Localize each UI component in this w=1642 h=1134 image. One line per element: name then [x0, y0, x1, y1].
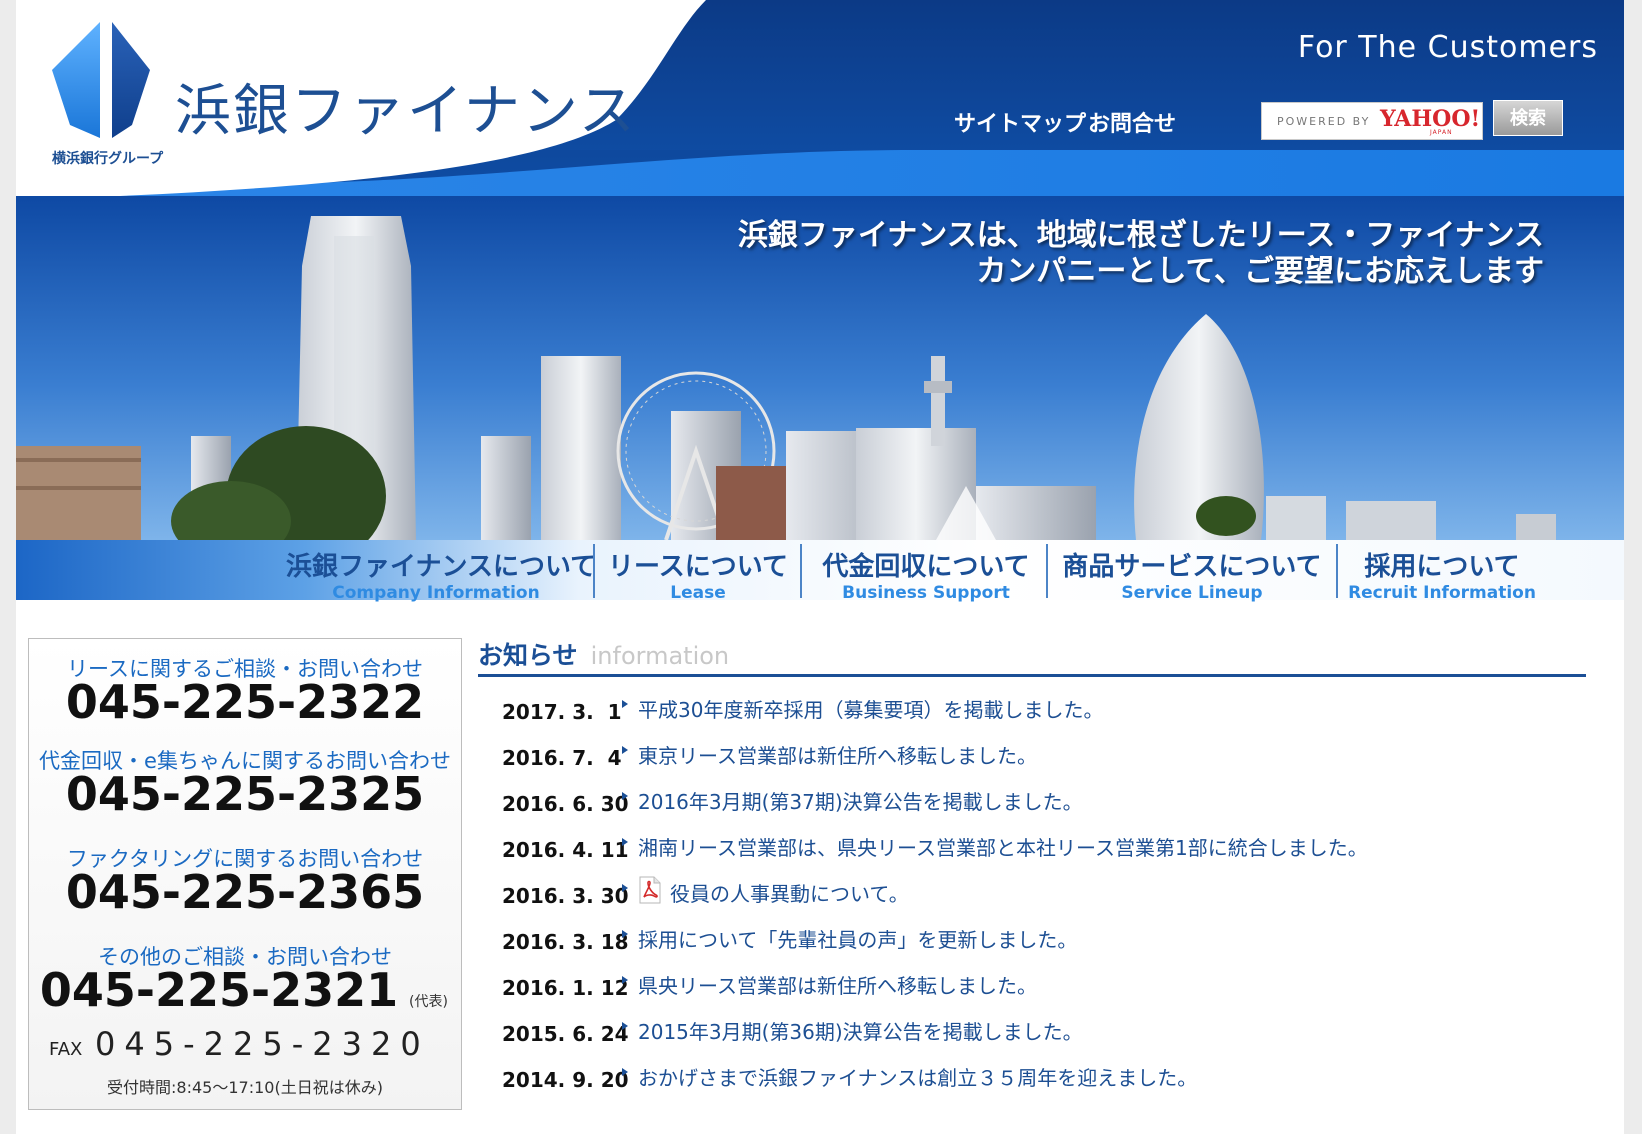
news-item: 2016. 4. 11 湘南リース営業部は、県央リース営業部と本社リース営業第1部… [478, 832, 1588, 872]
nav-label-jp: リースについて [608, 552, 788, 582]
news-link[interactable]: 採用について「先輩社員の声」を更新しました。 [638, 924, 1077, 953]
powered-by-label: POWERED BY [1277, 115, 1371, 128]
nav-recruit-information[interactable]: 採用について Recruit Information [1342, 540, 1542, 603]
main-nav: 浜銀ファイナンスについて Company Information リースについて… [16, 540, 1624, 603]
tagline: For The Customers [1297, 30, 1598, 65]
nav-label-en: Service Lineup [1121, 583, 1263, 603]
fax-number: 045-225-2320 [95, 1025, 430, 1063]
search-input[interactable]: POWERED BY YAHOO! JAPAN [1261, 102, 1483, 140]
news-date: 2016. 3. 18 [502, 930, 629, 954]
news-date: 2016. 1. 12 [502, 976, 629, 1000]
arrow-right-icon [622, 1022, 628, 1030]
nav-divider [1046, 544, 1048, 598]
representative-note: (代表) [409, 994, 448, 1010]
contact-tel-other: 045-225-2321 [39, 963, 399, 1017]
nav-label-jp: 代金回収について [822, 552, 1030, 582]
page: 浜銀ファイナンス 横浜銀行グループ For The Customers サイトマ… [16, 0, 1624, 1134]
news-date: 2016. 3. 30 [502, 884, 629, 908]
logo-subtitle: 横浜銀行グループ [52, 151, 164, 167]
news-item: 2016. 3. 18 採用について「先輩社員の声」を更新しました。 [478, 924, 1588, 964]
sitemap-link[interactable]: サイトマップ [954, 106, 1086, 138]
fax-label: FAX [49, 1039, 83, 1060]
news-item: 2015. 6. 24 2015年3月期(第36期)決算公告を掲載しました。 [478, 1016, 1588, 1056]
site-logo[interactable]: 浜銀ファイナンス 横浜銀行グループ [50, 20, 635, 170]
nav-company-information[interactable]: 浜銀ファイナンスについて Company Information [286, 540, 597, 603]
news-link[interactable]: 湘南リース営業部は、県央リース営業部と本社リース営業第1部に統合しました。 [638, 832, 1368, 861]
news-date: 2015. 6. 24 [502, 1022, 629, 1046]
nav-divider [1336, 544, 1338, 598]
news-item: 2016. 3. 30 役員の人事異動について。 [478, 876, 1588, 918]
news-item: 2014. 9. 20 おかげさまで浜銀ファイナンスは創立３５周年を迎えました。 [478, 1062, 1588, 1102]
news-item: 2016. 1. 12 県央リース営業部は新住所へ移転しました。 [478, 970, 1588, 1010]
nav-business-support[interactable]: 代金回収について Business Support [806, 540, 1046, 603]
site-header: 浜銀ファイナンス 横浜銀行グループ For The Customers サイトマ… [16, 0, 1624, 205]
contact-tel-lease: 045-225-2322 [65, 675, 425, 729]
arrow-right-icon [622, 976, 628, 984]
news-date: 2016. 6. 30 [502, 792, 629, 816]
yahoo-japan-label: JAPAN [1430, 129, 1453, 136]
news-heading-jp: お知らせ [478, 641, 578, 670]
arrow-right-icon [622, 746, 628, 754]
arrow-right-icon [622, 700, 628, 708]
arrow-right-icon [622, 884, 628, 892]
news-link[interactable]: 2015年3月期(第36期)決算公告を掲載しました。 [638, 1016, 1083, 1045]
contact-tel-collection: 045-225-2325 [65, 767, 425, 821]
news-item: 2016. 6. 30 2016年3月期(第37期)決算公告を掲載しました。 [478, 786, 1588, 826]
hero-tagline: 浜銀ファイナンスは、地域に根ざしたリース・ファイナンス カンパニーとして、ご要望… [738, 218, 1544, 290]
nav-service-lineup[interactable]: 商品サービスについて Service Lineup [1052, 540, 1332, 603]
news-date: 2016. 4. 11 [502, 838, 629, 862]
arrow-right-icon [622, 1068, 628, 1076]
news-date: 2017. 3. 1 [502, 700, 622, 724]
news-link[interactable]: 県央リース営業部は新住所へ移転しました。 [638, 970, 1037, 999]
logo-sail-icon [52, 22, 150, 138]
contact-tel-factoring: 045-225-2365 [65, 865, 425, 919]
news-link[interactable]: 平成30年度新卒採用（募集要項）を掲載しました。 [638, 694, 1103, 723]
hero-tagline-line1: 浜銀ファイナンスは、地域に根ざしたリース・ファイナンス [737, 218, 1544, 253]
nav-lease[interactable]: リースについて Lease [598, 540, 798, 603]
pdf-icon [639, 876, 661, 904]
news-date: 2014. 9. 20 [502, 1068, 629, 1092]
nav-label-jp: 採用について [1364, 552, 1520, 582]
news-heading: お知らせ information [478, 636, 729, 672]
news-link[interactable]: 役員の人事異動について。 [670, 878, 909, 907]
logo-wordmark: 浜銀ファイナンス [175, 79, 637, 144]
news-date: 2016. 7. 4 [502, 746, 622, 770]
nav-label-jp: 商品サービスについて [1062, 552, 1322, 582]
news-link[interactable]: 東京リース営業部は新住所へ移転しました。 [638, 740, 1037, 769]
search-button[interactable]: 検索 [1493, 100, 1563, 136]
arrow-right-icon [622, 930, 628, 938]
nav-label-en: Lease [670, 583, 726, 603]
nav-label-jp: 浜銀ファイナンスについて [286, 552, 597, 582]
news-heading-en: information [590, 642, 730, 670]
news-divider [478, 674, 1586, 677]
nav-label-en: Company Information [332, 583, 540, 603]
nav-divider [800, 544, 802, 598]
contact-box: リースに関するご相談・お問い合わせ 045-225-2322 代金回収・e集ちゃ… [28, 638, 462, 1110]
news-link[interactable]: 2016年3月期(第37期)決算公告を掲載しました。 [638, 786, 1083, 815]
nav-label-en: Recruit Information [1348, 583, 1536, 603]
arrow-right-icon [622, 838, 628, 846]
news-item: 2016. 7. 4 東京リース営業部は新住所へ移転しました。 [478, 740, 1588, 780]
arrow-right-icon [622, 792, 628, 800]
hero-tagline-line2: カンパニーとして、ご要望にお応えします [976, 254, 1544, 289]
business-hours: 受付時間:8:45〜17:10(土日祝は休み) [107, 1078, 383, 1097]
news-item: 2017. 3. 1 平成30年度新卒採用（募集要項）を掲載しました。 [478, 694, 1588, 734]
hero-banner: 浜銀ファイナンスは、地域に根ざしたリース・ファイナンス カンパニーとして、ご要望… [16, 196, 1624, 540]
contact-link[interactable]: お問合せ [1088, 106, 1176, 138]
nav-divider [593, 544, 595, 598]
nav-label-en: Business Support [842, 583, 1010, 603]
news-link[interactable]: おかげさまで浜銀ファイナンスは創立３５周年を迎えました。 [638, 1062, 1197, 1091]
